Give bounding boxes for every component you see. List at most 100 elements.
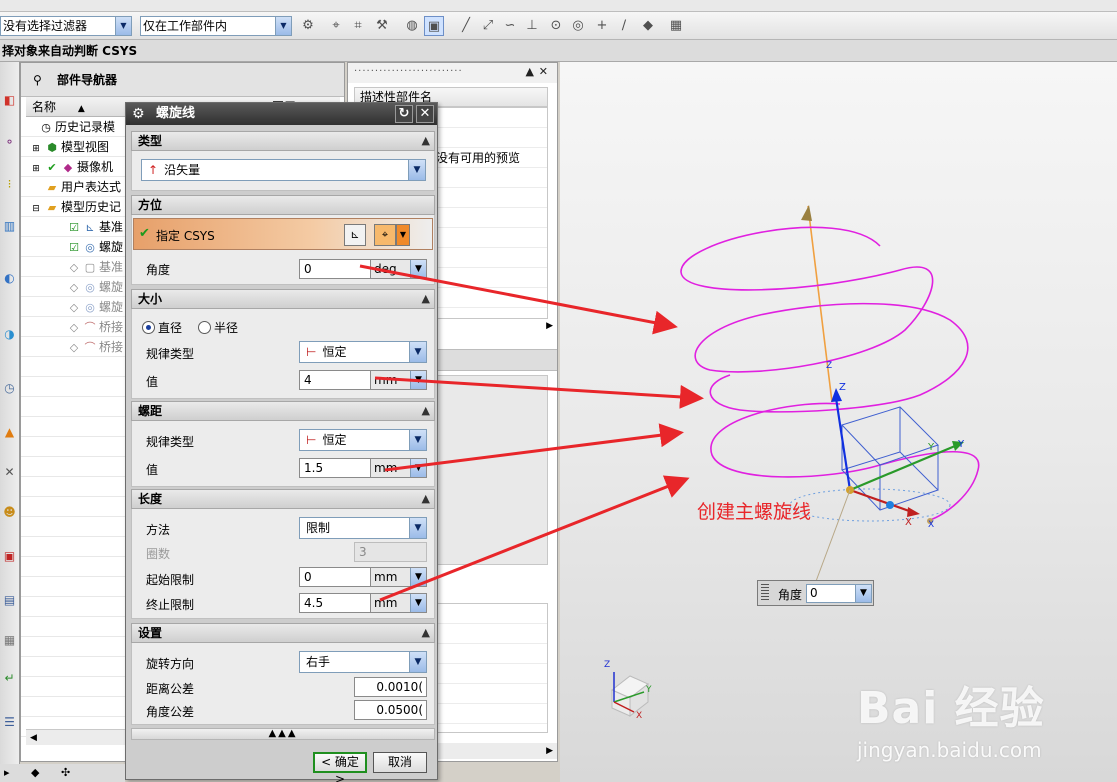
reset-icon[interactable]: ↻ [395, 105, 413, 123]
panel-grip[interactable]: ·························· ▲ ✕ [348, 63, 557, 83]
column-name-header[interactable]: 名称 [32, 100, 56, 114]
radius-radio[interactable]: 半径 [198, 319, 238, 336]
render-icon[interactable]: ◆ [31, 766, 39, 779]
cancel-button[interactable]: 取消 [373, 752, 427, 773]
checkbox-empty-icon[interactable]: ◇ [67, 278, 81, 298]
tree-item[interactable]: ⊞ ✔ ◆ 摄像机 [29, 157, 113, 177]
checkbox-empty-icon[interactable]: ◇ [67, 318, 81, 338]
start-limit-input[interactable]: 0 [299, 567, 371, 587]
selection-filter-dropdown[interactable]: 没有选择过滤器 ▼ [0, 16, 132, 36]
history-icon[interactable]: ◑ [1, 324, 18, 344]
cube-select-icon[interactable]: ▣ [424, 16, 444, 36]
collapse-icon[interactable]: ▲ [422, 624, 430, 642]
close-icon[interactable]: ✕ [539, 63, 549, 81]
collapse-minus-icon[interactable]: ⊟ [29, 199, 43, 219]
size-value-input[interactable]: 4 [299, 370, 371, 390]
tree-item[interactable]: ◇ ▢ 基准 [67, 257, 123, 277]
list-icon[interactable]: ☰ [1, 712, 18, 732]
more-options-toggle[interactable]: ▲▲▲ [131, 728, 435, 740]
expand-plus-icon[interactable]: ⊞ [29, 159, 43, 179]
ok-button[interactable]: < 确定 > [313, 752, 367, 782]
angle-unit-dropdown[interactable]: deg ▼ [371, 259, 427, 279]
part-navigator-icon[interactable]: ⁝ [1, 174, 18, 194]
expand-plus-icon[interactable]: ⊞ [29, 139, 43, 159]
end-limit-input[interactable]: 4.5 [299, 593, 371, 613]
constraint-navigator-icon[interactable]: ◧ [1, 90, 18, 110]
crosshair-icon[interactable]: + [592, 16, 612, 36]
rotation-direction-dropdown[interactable]: 右手 ▼ [299, 651, 427, 673]
start-limit-unit-dropdown[interactable]: mm ▼ [371, 567, 427, 587]
tree-item[interactable]: ◇ ◎ 螺旋 [67, 277, 123, 297]
scroll-right-icon[interactable]: ▶ [546, 321, 553, 331]
end-limit-unit-dropdown[interactable]: mm ▼ [371, 593, 427, 613]
pitch-value-input[interactable]: 1.5 [299, 458, 371, 478]
collapse-icon[interactable]: ▲ [422, 490, 430, 508]
drag-handle[interactable] [761, 584, 769, 602]
section-type-header[interactable]: 类型 ▲ [131, 131, 435, 151]
gear-icon[interactable]: ⚙ [132, 103, 145, 125]
checkbox-empty-icon[interactable]: ◇ [67, 338, 81, 358]
point-on-curve-icon[interactable]: ∕ [614, 16, 634, 36]
tree-item[interactable]: ◇ ⌒ 桥接 [67, 317, 123, 337]
quadrant-icon[interactable]: ◎ [568, 16, 588, 36]
section-orientation-header[interactable]: 方位 [131, 195, 435, 215]
assembly-navigator-icon[interactable]: ⚬ [1, 132, 18, 152]
angle-tolerance-input[interactable]: 0.0500( [354, 700, 427, 720]
pitch-unit-dropdown[interactable]: mm ▼ [371, 458, 427, 478]
roles-icon[interactable]: ☻ [1, 502, 18, 522]
dock-icon[interactable]: ▲ [526, 63, 535, 81]
grid-icon[interactable]: ▦ [666, 16, 686, 36]
tree-item[interactable]: ◇ ◎ 螺旋 [67, 297, 123, 317]
midpoint-icon[interactable]: ⤢ [478, 16, 498, 36]
angle-onscreen-input[interactable]: 角度 0 ▼ [757, 580, 874, 606]
collapse-icon[interactable]: ▲ [422, 132, 430, 150]
face-point-icon[interactable]: ◆ [638, 16, 658, 36]
section-length-header[interactable]: 长度 ▲ [131, 489, 435, 509]
tree-item[interactable]: ◇ ⌒ 桥接 [67, 337, 123, 357]
snap-view-icon[interactable]: ✣ [61, 766, 70, 779]
helix-type-dropdown[interactable]: ↑ 沿矢量 ▼ [141, 159, 426, 181]
size-unit-dropdown[interactable]: mm ▼ [371, 370, 427, 390]
size-law-type-dropdown[interactable]: ⊢ 恒定 ▼ [299, 341, 427, 363]
show-hide-icon[interactable]: ◍ [402, 16, 422, 36]
tree-item[interactable]: ▰ 用户表达式 [45, 177, 121, 197]
tree-item[interactable]: ◷ 历史记录模 [39, 117, 115, 137]
close-icon[interactable]: ✕ [416, 105, 434, 123]
inferred-csys-button[interactable]: ⌖ [374, 224, 396, 246]
line-icon[interactable]: ╱ [456, 16, 476, 36]
tree-item[interactable]: ⊟ ▰ 模型历史记 [29, 197, 121, 217]
circle-center-icon[interactable]: ⊙ [546, 16, 566, 36]
snap-icon[interactable]: ⌖ [326, 16, 346, 36]
collapse-icon[interactable]: ▲ [422, 402, 430, 420]
csys-dialog-button[interactable]: ⊾ [344, 224, 366, 246]
pitch-law-type-dropdown[interactable]: ⊢ 恒定 ▼ [299, 429, 427, 451]
checkbox-empty-icon[interactable]: ◇ [67, 298, 81, 318]
diameter-radio[interactable]: 直径 [142, 319, 182, 336]
length-method-dropdown[interactable]: 限制 ▼ [299, 517, 427, 539]
select-face-icon[interactable]: ⌗ [348, 16, 368, 36]
chevron-down-icon[interactable]: ▼ [396, 224, 410, 246]
table-icon[interactable]: ▦ [1, 630, 18, 650]
tree-item[interactable]: ☑ ◎ 螺旋 [67, 237, 123, 257]
checkbox-empty-icon[interactable]: ◇ [67, 258, 81, 278]
tree-item[interactable]: ⊞ ⬢ 模型视图 [29, 137, 109, 157]
scroll-right-icon[interactable]: ▶ [546, 743, 553, 759]
selection-scope-dropdown[interactable]: 仅在工作部件内 ▼ [140, 16, 292, 36]
section-pitch-header[interactable]: 螺距 ▲ [131, 401, 435, 421]
import-icon[interactable]: ↵ [1, 668, 18, 688]
filter-settings-icon[interactable]: ⚙ [298, 16, 318, 36]
perpendicular-icon[interactable]: ⊥ [522, 16, 542, 36]
checkbox-checked-icon[interactable]: ☑ [67, 238, 81, 258]
section-settings-header[interactable]: 设置 ▲ [131, 623, 435, 643]
checkbox-checked-icon[interactable]: ☑ [67, 218, 81, 238]
specify-csys-row[interactable]: ✔ 指定 CSYS ⊾ ⌖ ▼ [133, 218, 433, 250]
collapse-icon[interactable]: ▲ [422, 290, 430, 308]
dialog-titlebar[interactable]: ⚙ 螺旋线 ↻ ✕ [126, 103, 437, 125]
reuse-library-icon[interactable]: ▥ [1, 216, 18, 236]
clock-icon[interactable]: ◷ [1, 378, 18, 398]
angle-widget-field[interactable]: 0 ▼ [806, 584, 872, 603]
view-icon[interactable]: ▸ [4, 766, 10, 779]
curve-icon[interactable]: ∽ [500, 16, 520, 36]
section-size-header[interactable]: 大小 ▲ [131, 289, 435, 309]
tree-item[interactable]: ☑ ⊾ 基准 [67, 217, 123, 237]
